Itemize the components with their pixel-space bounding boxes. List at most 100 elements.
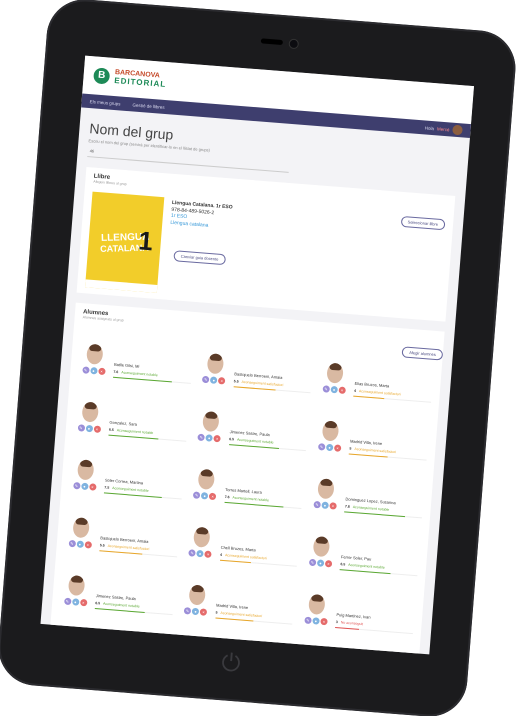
- camera: [260, 36, 305, 50]
- student-grade-label: Aconseguiment notable: [348, 562, 385, 570]
- student-actions: ✎ ● ×: [313, 500, 337, 510]
- student-info: Jimenez Sastre, Paula 6.5 Aconseguiment …: [227, 413, 308, 467]
- view-icon[interactable]: ●: [89, 366, 98, 375]
- edit-icon[interactable]: ✎: [81, 366, 90, 374]
- student-grade-label: Aconseguiment satisfactori: [220, 610, 263, 618]
- edit-icon[interactable]: ✎: [72, 481, 81, 490]
- student-grade: 5.5: [99, 543, 105, 548]
- student-left: ✎ ● ×: [313, 420, 347, 470]
- view-icon[interactable]: ●: [321, 501, 329, 510]
- edit-icon[interactable]: ✎: [77, 424, 85, 432]
- delete-icon[interactable]: ×: [324, 559, 333, 568]
- delete-icon[interactable]: ×: [208, 492, 217, 501]
- delete-icon[interactable]: ×: [329, 502, 337, 510]
- nav-books[interactable]: Gestió de llibres: [132, 102, 165, 110]
- student-card[interactable]: ✎ ● × Jimenez Sastre, Paula 6.5 Aconsegu…: [59, 574, 175, 631]
- student-grade-label: Aconseguiment satisfactori: [224, 552, 267, 561]
- student-avatar: [308, 593, 326, 616]
- view-icon[interactable]: ●: [330, 385, 338, 394]
- edit-icon[interactable]: ✎: [192, 491, 201, 499]
- delete-icon[interactable]: ×: [79, 598, 88, 607]
- edit-icon[interactable]: ✎: [63, 597, 72, 606]
- student-progress-fill: [215, 617, 254, 622]
- student-card[interactable]: ✎ ● × Madrid Villa, Irene 5 Aconseguimen…: [313, 420, 429, 477]
- power-icon[interactable]: ⏻: [213, 646, 250, 683]
- view-icon[interactable]: ●: [210, 376, 218, 384]
- edit-icon[interactable]: ✎: [188, 549, 196, 557]
- view-icon[interactable]: ●: [71, 598, 80, 606]
- view-icon[interactable]: ●: [85, 424, 93, 433]
- student-avatar: [197, 468, 215, 490]
- edit-icon[interactable]: ✎: [304, 616, 312, 625]
- user-name: Mercè: [436, 125, 450, 132]
- view-icon[interactable]: ●: [205, 434, 213, 442]
- edit-icon[interactable]: ✎: [308, 558, 317, 567]
- student-progress-fill: [349, 453, 388, 458]
- edit-icon[interactable]: ✎: [313, 500, 321, 509]
- student-card[interactable]: ✎ ● × Dominguez Lopez, Susanna 7.8 Acons…: [308, 478, 424, 535]
- view-icon[interactable]: ●: [316, 559, 325, 567]
- student-actions: ✎ ● ×: [197, 433, 221, 443]
- delete-icon[interactable]: ×: [199, 608, 208, 616]
- brand-line2: EDITORIAL: [113, 75, 167, 90]
- app-screen: B BARCANOVA EDITORIAL Els meus grups Ges…: [40, 55, 474, 655]
- student-card[interactable]: ✎ ● × Batlle Gilsi, Mi 7.6 Aconseguiment…: [77, 343, 193, 400]
- student-left: ✎ ● ×: [72, 401, 106, 451]
- view-icon[interactable]: ●: [191, 607, 200, 616]
- delete-icon[interactable]: ×: [213, 434, 221, 443]
- student-card[interactable]: ✎ ● × Gonzalez, Sara 6.5 Aconseguiment n…: [72, 401, 188, 458]
- student-card[interactable]: ✎ ● × Soler Correa, Martina 7.5 Aconsegu…: [68, 459, 184, 516]
- nav-groups[interactable]: Els meus grups: [89, 99, 120, 106]
- student-actions: ✎ ● ×: [77, 424, 101, 433]
- add-students-button[interactable]: Afegir alumnes: [401, 346, 444, 361]
- student-left: ✎ ● ×: [77, 343, 111, 393]
- delete-icon[interactable]: ×: [204, 550, 212, 559]
- delete-icon[interactable]: ×: [338, 386, 346, 395]
- student-card[interactable]: ✎ ● × Torres Martell, Laura 7.6 Aconsegu…: [188, 468, 304, 525]
- student-actions: ✎ ● ×: [188, 549, 212, 559]
- edit-icon[interactable]: ✎: [317, 443, 326, 451]
- user-avatar[interactable]: [452, 124, 463, 136]
- select-book-button[interactable]: Seleccionar llibre: [400, 215, 446, 231]
- edit-icon[interactable]: ✎: [183, 607, 192, 615]
- delete-icon[interactable]: ×: [88, 483, 97, 491]
- view-icon[interactable]: ●: [76, 540, 84, 548]
- student-card[interactable]: ✎ ● × Elias Bruzos, Marta 4 Aconseguimen…: [317, 362, 433, 419]
- student-grade-label: Aconseguiment notable: [112, 485, 149, 493]
- delete-icon[interactable]: ×: [217, 377, 226, 385]
- student-info: Bastojuelo Berroeni, Amaia 5.5 Aconsegui…: [232, 355, 313, 409]
- view-icon[interactable]: ●: [325, 443, 334, 452]
- student-card[interactable]: ✎ ● × Madrid Villa, Irene 5 Aconseguimen…: [179, 584, 295, 641]
- view-icon[interactable]: ●: [312, 617, 320, 625]
- student-card[interactable]: ✎ ● × Ferrer Soler, Pau 6.5 Aconseguimen…: [304, 536, 420, 593]
- edit-icon[interactable]: ✎: [197, 433, 206, 442]
- book-info: Llengua Catalana. 1r ESO 978-84-489-5026…: [165, 200, 233, 298]
- view-icon[interactable]: ●: [196, 549, 204, 558]
- view-icon[interactable]: ●: [80, 482, 89, 491]
- student-avatar: [72, 517, 90, 539]
- edit-icon[interactable]: ✎: [68, 539, 76, 548]
- student-info: Puig Martinez, Ivan 3 No aconseguit: [334, 596, 415, 650]
- edit-icon[interactable]: ✎: [322, 385, 330, 393]
- student-grade: 3: [335, 619, 338, 624]
- view-icon[interactable]: ●: [200, 492, 209, 500]
- student-progress-fill: [335, 626, 359, 631]
- delete-icon[interactable]: ×: [93, 425, 101, 433]
- delete-icon[interactable]: ×: [333, 444, 342, 452]
- student-card[interactable]: ✎ ● × Bastojuelo Berroeni, Amaia 5.5 Aco…: [197, 353, 313, 410]
- delete-icon[interactable]: ×: [97, 367, 106, 376]
- student-card[interactable]: ✎ ● × Bastojuelo Berroeni, Amaia 5.5 Aco…: [63, 517, 179, 574]
- user-menu[interactable]: Hola Mercè: [424, 122, 463, 136]
- student-card[interactable]: ✎ ● × Jimenez Sastre, Paula 6.5 Aconsegu…: [193, 410, 309, 467]
- user-greeting: Hola: [424, 124, 435, 131]
- student-left: ✎ ● ×: [299, 593, 333, 643]
- delete-icon[interactable]: ×: [320, 617, 328, 626]
- delete-icon[interactable]: ×: [84, 541, 92, 549]
- student-card[interactable]: ✎ ● × Puig Martinez, Ivan 3 No aconsegui…: [299, 593, 415, 650]
- student-card[interactable]: ✎ ● × Chell Bruzes, Marta 4 Aconseguimen…: [183, 526, 299, 583]
- edit-icon[interactable]: ✎: [202, 375, 210, 384]
- student-actions: ✎ ● ×: [72, 481, 97, 491]
- student-grade-label: Aconseguiment satisfactori: [354, 446, 397, 454]
- students-grid: ✎ ● × Batlle Gilsi, Mi 7.6 Aconseguiment…: [59, 343, 434, 650]
- tablet-frame: ⏻ B BARCANOVA EDITORIAL Els meus grups G…: [0, 0, 519, 716]
